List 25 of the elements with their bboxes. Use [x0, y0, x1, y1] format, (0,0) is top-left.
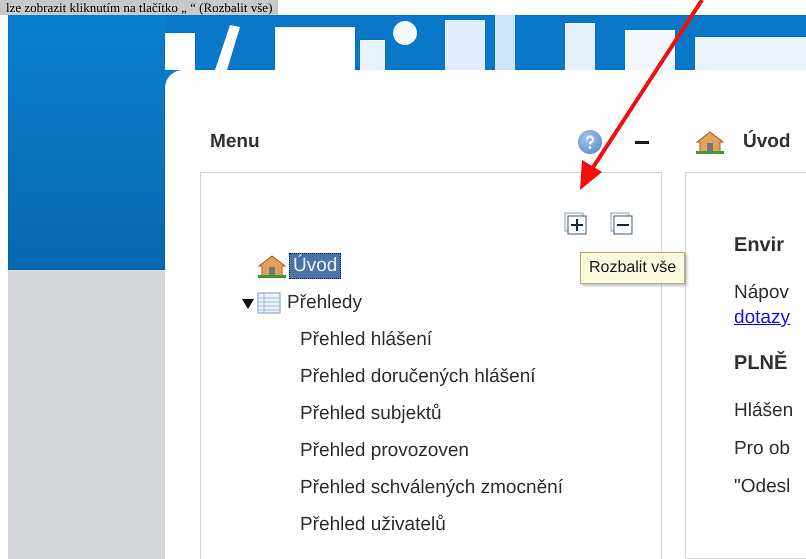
house-icon — [257, 254, 287, 278]
tree-item[interactable]: Přehled schválených zmocnění — [296, 474, 567, 500]
expand-all-icon[interactable] — [563, 211, 587, 235]
tree-item[interactable]: Přehled subjektů — [296, 400, 446, 426]
help-icon[interactable] — [578, 130, 602, 154]
section-heading: PLNĚ — [734, 351, 788, 375]
panel-title: Menu — [210, 131, 261, 153]
tree-item[interactable]: Úvod — [289, 252, 342, 278]
tooltip: Rozbalit vše — [580, 252, 686, 284]
section-heading: Envir — [734, 233, 786, 257]
tree-item[interactable]: Přehled doručených hlášení — [296, 364, 540, 390]
paragraph-text: Nápov — [734, 281, 790, 305]
tree-item[interactable]: Přehled hlášení — [296, 326, 436, 352]
link[interactable]: dotazy — [734, 307, 806, 329]
paragraph-text: Pro ob — [734, 437, 791, 461]
panel-title: Úvod — [743, 131, 790, 153]
tree-item[interactable]: Přehledy — [283, 290, 366, 316]
tree-item[interactable]: Přehled provozoven — [296, 438, 473, 464]
paragraph-text: "Odesl — [734, 475, 792, 499]
house-icon — [695, 130, 725, 154]
paragraph-text: Hlášen — [734, 399, 794, 423]
table-icon — [257, 292, 281, 314]
tree-item[interactable]: Přehled uživatelů — [296, 512, 450, 538]
caption-text: lze zobrazit kliknutím na tlačítko „ “ (Rozbalit vše) — [0, 0, 278, 15]
collapse-all-icon[interactable] — [609, 211, 633, 235]
